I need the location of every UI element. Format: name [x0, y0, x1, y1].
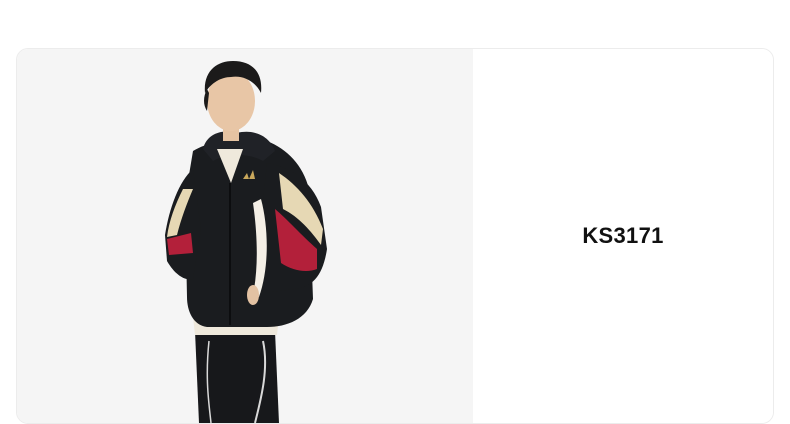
- product-sku: KS3171: [582, 223, 664, 248]
- model-photo-illustration: [165, 61, 327, 423]
- product-image[interactable]: [17, 49, 473, 423]
- product-info-panel: KS3171: [473, 49, 773, 423]
- product-card[interactable]: KS3171: [16, 48, 774, 424]
